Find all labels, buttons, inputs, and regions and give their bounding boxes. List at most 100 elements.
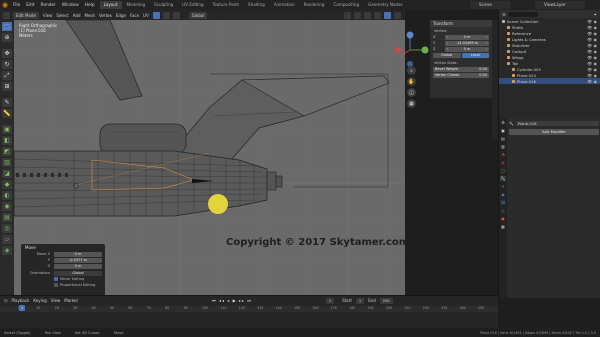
- visibility-icons[interactable]: 👁 ◉: [587, 55, 597, 60]
- move-icon[interactable]: ✥: [2, 49, 12, 58]
- menu-help[interactable]: Help: [82, 3, 98, 8]
- visibility-icons[interactable]: 👁 ◉: [587, 79, 597, 84]
- shear-icon[interactable]: ▱: [2, 235, 12, 244]
- visibility-icons[interactable]: 👁 ◉: [587, 61, 597, 66]
- perspective-toggle-icon[interactable]: ▦: [407, 99, 416, 108]
- viewport-menu-face[interactable]: Face: [129, 13, 140, 18]
- measure-icon[interactable]: 📏: [2, 109, 12, 118]
- move-y-field[interactable]: -0.2077 m: [54, 257, 102, 263]
- visibility-icons[interactable]: 👁 ◉: [587, 73, 597, 78]
- menu-file[interactable]: File: [10, 3, 23, 8]
- face-select-icon[interactable]: [172, 11, 180, 19]
- particles-tab-icon[interactable]: ✦: [500, 184, 506, 189]
- camera-view-icon[interactable]: ◫: [407, 88, 416, 97]
- pan-hand-icon[interactable]: ✋: [407, 77, 416, 86]
- workspace-tab-rendering[interactable]: Rendering: [300, 1, 329, 9]
- proportional-edit-icon[interactable]: [354, 11, 361, 19]
- start-frame-field[interactable]: 1: [355, 297, 365, 304]
- snap-icon[interactable]: [344, 11, 351, 19]
- workspace-tab-modeling[interactable]: Modeling: [123, 1, 150, 9]
- viewport-menu-vertex[interactable]: Vertex: [98, 13, 113, 18]
- global-toggle[interactable]: Global: [433, 53, 461, 58]
- viewport-menu-edge[interactable]: Edge: [115, 13, 127, 18]
- local-toggle[interactable]: Local: [461, 53, 489, 58]
- modifier-tab-icon[interactable]: 🔧: [500, 176, 506, 181]
- workspace-tab-shading[interactable]: Shading: [244, 1, 269, 9]
- workspace-tab-texture-paint[interactable]: Texture Paint: [209, 1, 243, 9]
- editor-type-icon[interactable]: [3, 11, 10, 19]
- viewport-menu-select[interactable]: Select: [55, 13, 69, 18]
- menu-window[interactable]: Window: [59, 3, 82, 8]
- workspace-tab-layout[interactable]: Layout: [99, 1, 122, 9]
- poly-build-icon[interactable]: ◆: [2, 180, 12, 189]
- scale-icon[interactable]: ⤢: [2, 71, 12, 80]
- loop-cut-icon[interactable]: ▥: [2, 158, 12, 167]
- visibility-icons[interactable]: 👁 ◉: [587, 37, 597, 42]
- move-z-field[interactable]: 0 m: [54, 263, 102, 269]
- shading-material-icon[interactable]: [394, 11, 401, 19]
- timeline-editor-icon[interactable]: ◷: [4, 298, 8, 303]
- extrude-icon[interactable]: ▣: [2, 125, 12, 134]
- workspace-tab-sculpting[interactable]: Sculpting: [150, 1, 177, 9]
- inset-icon[interactable]: ◧: [2, 136, 12, 145]
- playhead[interactable]: 1: [19, 305, 25, 311]
- workspace-tab-geometry-nodes[interactable]: Geometry Nodes: [364, 1, 407, 9]
- workspace-tab-compositing[interactable]: Compositing: [329, 1, 363, 9]
- mirror-editing-checkbox[interactable]: [54, 277, 58, 281]
- object-name-field[interactable]: Plane.016: [515, 120, 599, 126]
- bevel-icon[interactable]: ◩: [2, 147, 12, 156]
- transform-panel-title[interactable]: Transform: [430, 20, 492, 27]
- spin-icon[interactable]: ◐: [2, 191, 12, 200]
- menu-edit[interactable]: Edit: [23, 3, 37, 8]
- view-layer-selector[interactable]: ViewLayer: [535, 1, 585, 9]
- orientation-select[interactable]: Global: [54, 270, 102, 276]
- keying-menu[interactable]: Keying: [33, 298, 46, 303]
- viewport-menu-mesh[interactable]: Mesh: [84, 13, 97, 18]
- overlay-icon[interactable]: [364, 11, 371, 19]
- view-menu[interactable]: View: [51, 298, 61, 303]
- vertex-x-field[interactable]: ‹ 0 m ›: [445, 34, 489, 40]
- workspace-tab-uv-editing[interactable]: UV Editing: [178, 1, 207, 9]
- vertex-y-field[interactable]: ‹ -14.03469 m ›: [445, 40, 489, 46]
- outliner-item[interactable]: Plane.016 👁 ◉: [499, 78, 600, 84]
- physics-tab-icon[interactable]: ◉: [500, 192, 506, 197]
- rip-region-icon[interactable]: ◈: [2, 246, 12, 255]
- workspace-tab-animation[interactable]: Animation: [270, 1, 299, 9]
- viewport-menu-add[interactable]: Add: [72, 13, 82, 18]
- viewport-menu-view[interactable]: View: [42, 13, 54, 18]
- playback-controls[interactable]: ⏮ ◂◂ ◂ ▶ ▸▸ ⏭: [212, 298, 252, 303]
- playback-menu[interactable]: Playback: [12, 298, 30, 303]
- visibility-icons[interactable]: 👁 ◉: [587, 19, 597, 24]
- constraints-tab-icon[interactable]: ⛓: [500, 200, 506, 205]
- scene-tab-icon[interactable]: ◔: [500, 152, 506, 157]
- cursor-icon[interactable]: ⊕: [2, 33, 12, 42]
- timeline-ruler[interactable]: 0102030405060708090100110120130140150160…: [0, 306, 498, 312]
- vertex-crease-field[interactable]: Vertex Crease 0.00: [433, 72, 489, 78]
- object-tab-icon[interactable]: ▢: [500, 168, 506, 173]
- data-tab-icon[interactable]: △: [500, 208, 506, 213]
- select-box-icon[interactable]: ⬚: [2, 22, 12, 31]
- visibility-icons[interactable]: 👁 ◉: [587, 31, 597, 36]
- visibility-icons[interactable]: 👁 ◉: [587, 49, 597, 54]
- blender-logo-icon[interactable]: ◉: [0, 0, 10, 10]
- bevel-weight-field[interactable]: Bevel Weight 0.00: [433, 66, 489, 72]
- outliner-search-input[interactable]: [507, 11, 538, 17]
- vertex-select-icon[interactable]: [152, 11, 160, 19]
- annotate-icon[interactable]: ✎: [2, 98, 12, 107]
- knife-icon[interactable]: ◪: [2, 169, 12, 178]
- rotate-icon[interactable]: ↻: [2, 60, 12, 69]
- transform-icon[interactable]: ⊞: [2, 82, 12, 91]
- viewport-menu-uv[interactable]: UV: [142, 13, 150, 18]
- current-frame-field[interactable]: 1: [325, 297, 335, 304]
- zoom-icon[interactable]: ⌕: [407, 66, 416, 75]
- tool-tab-icon[interactable]: ⚙: [500, 120, 506, 125]
- vertex-z-field[interactable]: ‹ 0 m ›: [445, 46, 489, 52]
- output-tab-icon[interactable]: ▤: [500, 136, 506, 141]
- render-tab-icon[interactable]: ▣: [500, 128, 506, 133]
- shading-solid-icon[interactable]: [384, 11, 391, 19]
- end-frame-field[interactable]: 250: [379, 297, 393, 304]
- visibility-icons[interactable]: 👁 ◉: [587, 43, 597, 48]
- visibility-icons[interactable]: 👁 ◉: [587, 25, 597, 30]
- view-layer-tab-icon[interactable]: ▥: [500, 144, 506, 149]
- smooth-icon[interactable]: ◉: [2, 202, 12, 211]
